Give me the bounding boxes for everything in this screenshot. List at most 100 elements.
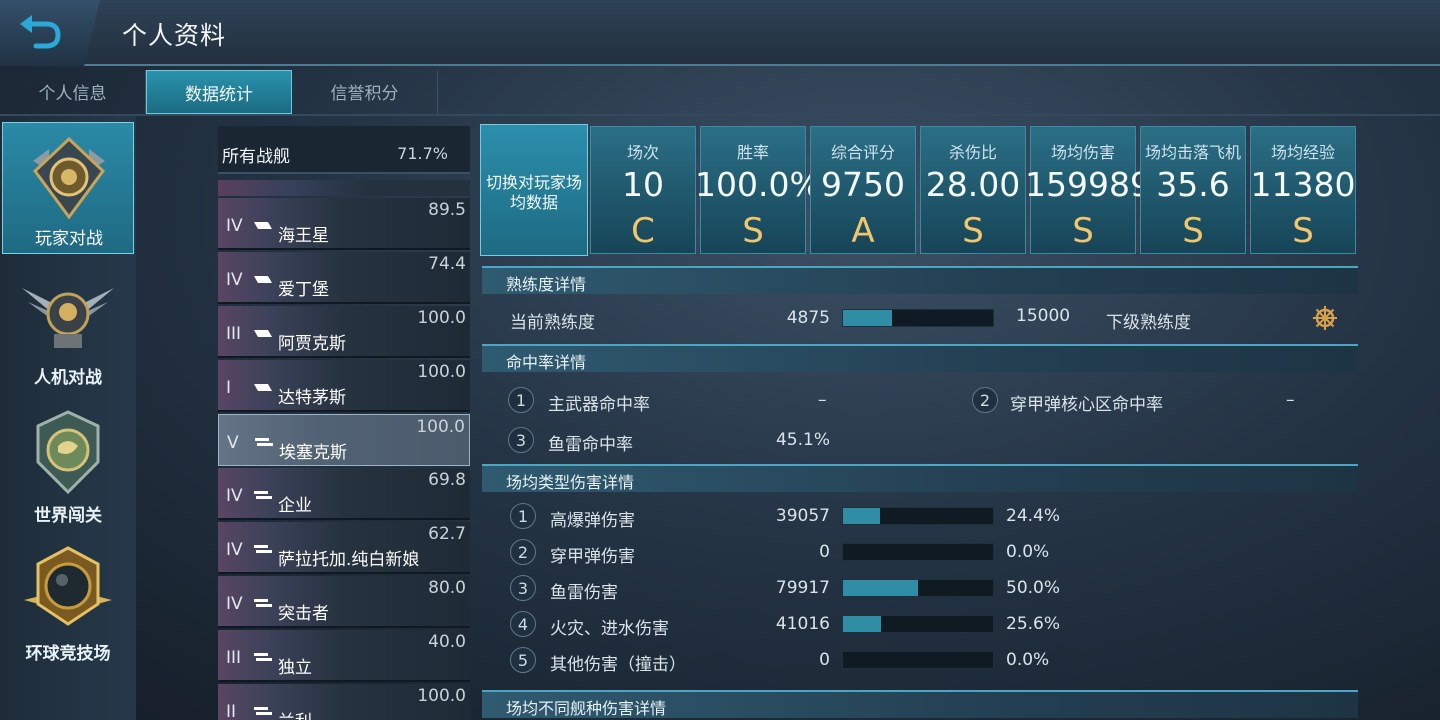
ship-name: 达特茅斯 — [278, 388, 346, 408]
stat-label: 场均击落飞机 — [1144, 143, 1241, 162]
index-badge: 1 — [508, 387, 534, 413]
pvp-badge-icon — [33, 136, 105, 220]
damage-type-label: 高爆弹伤害 — [550, 511, 635, 531]
ship-tier: IV — [226, 270, 243, 290]
ship-row[interactable]: II 兰利 100.0 — [218, 684, 470, 720]
damage-type-label: 其他伤害（撞击） — [550, 655, 686, 675]
mode-arena[interactable]: 环球竞技场 — [2, 536, 134, 668]
main-weapon-hit-value: – — [818, 390, 827, 410]
cruiser-class-icon — [254, 384, 272, 391]
proficiency-bar-fill — [843, 310, 892, 326]
ship-name: 突击者 — [278, 604, 329, 624]
ship-name: 爱丁堡 — [278, 280, 329, 300]
carrier-class-icon — [254, 707, 272, 715]
tab-personal-info[interactable]: 个人信息 — [0, 70, 146, 114]
stat-value: 11380 — [1250, 165, 1356, 204]
ship-row-selected[interactable]: V 埃塞克斯 100.0 — [218, 414, 470, 466]
index-badge: 3 — [508, 427, 534, 453]
damage-type-percent: 0.0% — [1006, 542, 1050, 562]
stat-card-overall-score: 综合评分 9750 A — [810, 126, 916, 254]
tab-data-stats[interactable]: 数据统计 — [146, 70, 292, 114]
ship-name: 萨拉托加.纯白新娘 — [278, 550, 420, 570]
ship-row[interactable]: IV 企业 69.8 — [218, 468, 470, 520]
stat-value: 100.0% — [695, 165, 821, 204]
next-proficiency-label: 下级熟练度 — [1106, 313, 1191, 333]
ship-row[interactable]: IV 萨拉托加.纯白新娘 62.7 — [218, 522, 470, 574]
ship-tier: IV — [226, 216, 243, 236]
ship-row[interactable]: III 阿贾克斯 100.0 — [218, 306, 470, 358]
ship-row[interactable]: IV 海王星 89.5 — [218, 198, 470, 250]
ship-row[interactable]: IV 突击者 80.0 — [218, 576, 470, 628]
ship-tier: IV — [226, 540, 243, 560]
damage-type-label: 穿甲弹伤害 — [550, 547, 635, 567]
proficiency-section-header: 熟练度详情 — [482, 266, 1358, 294]
stat-card-win-rate: 胜率 100.0% S — [695, 126, 821, 254]
damage-type-value: 79917 — [775, 578, 830, 598]
back-arrow-icon[interactable] — [16, 12, 64, 52]
ship-value: 100.0 — [417, 308, 466, 328]
ship-list[interactable]: 所有战舰 71.7% IV 海王星 89.5 IV 爱丁堡 74.4 III 阿… — [218, 126, 470, 720]
section-title: 命中率详情 — [506, 353, 587, 372]
ship-value: 74.4 — [428, 254, 466, 274]
damage-type-percent: 24.4% — [1006, 506, 1061, 526]
mode-world[interactable]: 世界闯关 — [2, 398, 134, 530]
cruiser-class-icon — [254, 222, 272, 229]
ship-value: 62.7 — [428, 524, 466, 544]
damage-type-value: 0 — [819, 650, 830, 670]
current-proficiency-label: 当前熟练度 — [510, 313, 595, 333]
stat-card-kd-ratio: 杀伤比 28.00 S — [920, 126, 1026, 254]
stat-label: 杀伤比 — [948, 143, 997, 162]
damage-type-bar — [842, 579, 994, 597]
index-badge: 2 — [972, 387, 998, 413]
damage-type-label: 火灾、进水伤害 — [550, 619, 669, 639]
back-button[interactable] — [0, 0, 100, 66]
index-badge: 4 — [510, 611, 536, 637]
stat-label: 场均经验 — [1270, 143, 1335, 162]
ship-wheel-icon[interactable] — [1312, 305, 1338, 331]
stat-grade: S — [962, 211, 984, 251]
main-weapon-hit-label: 主武器命中率 — [548, 395, 650, 415]
ship-row-partial — [218, 180, 470, 196]
mode-pve-label: 人机对战 — [34, 368, 102, 388]
stat-grade: C — [631, 211, 655, 251]
ship-tier: II — [226, 702, 237, 720]
pve-badge-icon — [22, 288, 114, 348]
switch-average-data-button[interactable]: 切换对玩家场均数据 — [480, 124, 588, 256]
ship-row[interactable]: IV 爱丁堡 74.4 — [218, 252, 470, 304]
stat-label: 场均伤害 — [1050, 143, 1115, 162]
carrier-class-icon — [254, 545, 272, 553]
ship-row[interactable]: I 达特茅斯 100.0 — [218, 360, 470, 412]
stat-grade: S — [742, 211, 764, 251]
ship-value: 40.0 — [428, 632, 466, 652]
torpedo-hit-label: 鱼雷命中率 — [548, 435, 633, 455]
stat-card-matches: 场次 10 C — [590, 126, 696, 254]
ship-list-header[interactable]: 所有战舰 71.7% — [218, 126, 470, 174]
damage-type-label: 鱼雷伤害 — [550, 583, 618, 603]
next-proficiency-value: 15000 — [1016, 306, 1071, 326]
stat-label: 场次 — [626, 143, 659, 162]
ship-row[interactable]: III 独立 40.0 — [218, 630, 470, 682]
ship-name: 海王星 — [278, 226, 329, 246]
carrier-class-icon — [255, 438, 273, 446]
ship-name: 埃塞克斯 — [279, 443, 347, 463]
section-title: 熟练度详情 — [506, 275, 587, 294]
all-ships-label: 所有战舰 — [222, 147, 290, 167]
tab-bar: 个人信息 数据统计 信誉积分 — [0, 70, 1440, 114]
index-badge: 2 — [510, 539, 536, 565]
ship-tier: III — [226, 648, 242, 668]
index-badge: 3 — [510, 575, 536, 601]
ship-name: 阿贾克斯 — [278, 334, 346, 354]
section-title: 场均类型伤害详情 — [506, 473, 635, 492]
mode-pvp[interactable]: 玩家对战 — [2, 122, 134, 254]
mode-pve[interactable]: 人机对战 — [2, 260, 134, 392]
ship-name: 企业 — [278, 496, 312, 516]
damage-type-bar-fill — [843, 508, 880, 524]
stat-grade: S — [1292, 211, 1314, 251]
page-title: 个人资料 — [122, 21, 227, 50]
index-badge: 1 — [510, 503, 536, 529]
hit-rate-section-header: 命中率详情 — [482, 344, 1358, 372]
tab-credit-score[interactable]: 信誉积分 — [292, 70, 438, 114]
damage-type-bar — [842, 651, 994, 669]
ap-core-hit-value: – — [1286, 390, 1295, 410]
section-title: 场均不同舰种伤害详情 — [506, 699, 667, 718]
